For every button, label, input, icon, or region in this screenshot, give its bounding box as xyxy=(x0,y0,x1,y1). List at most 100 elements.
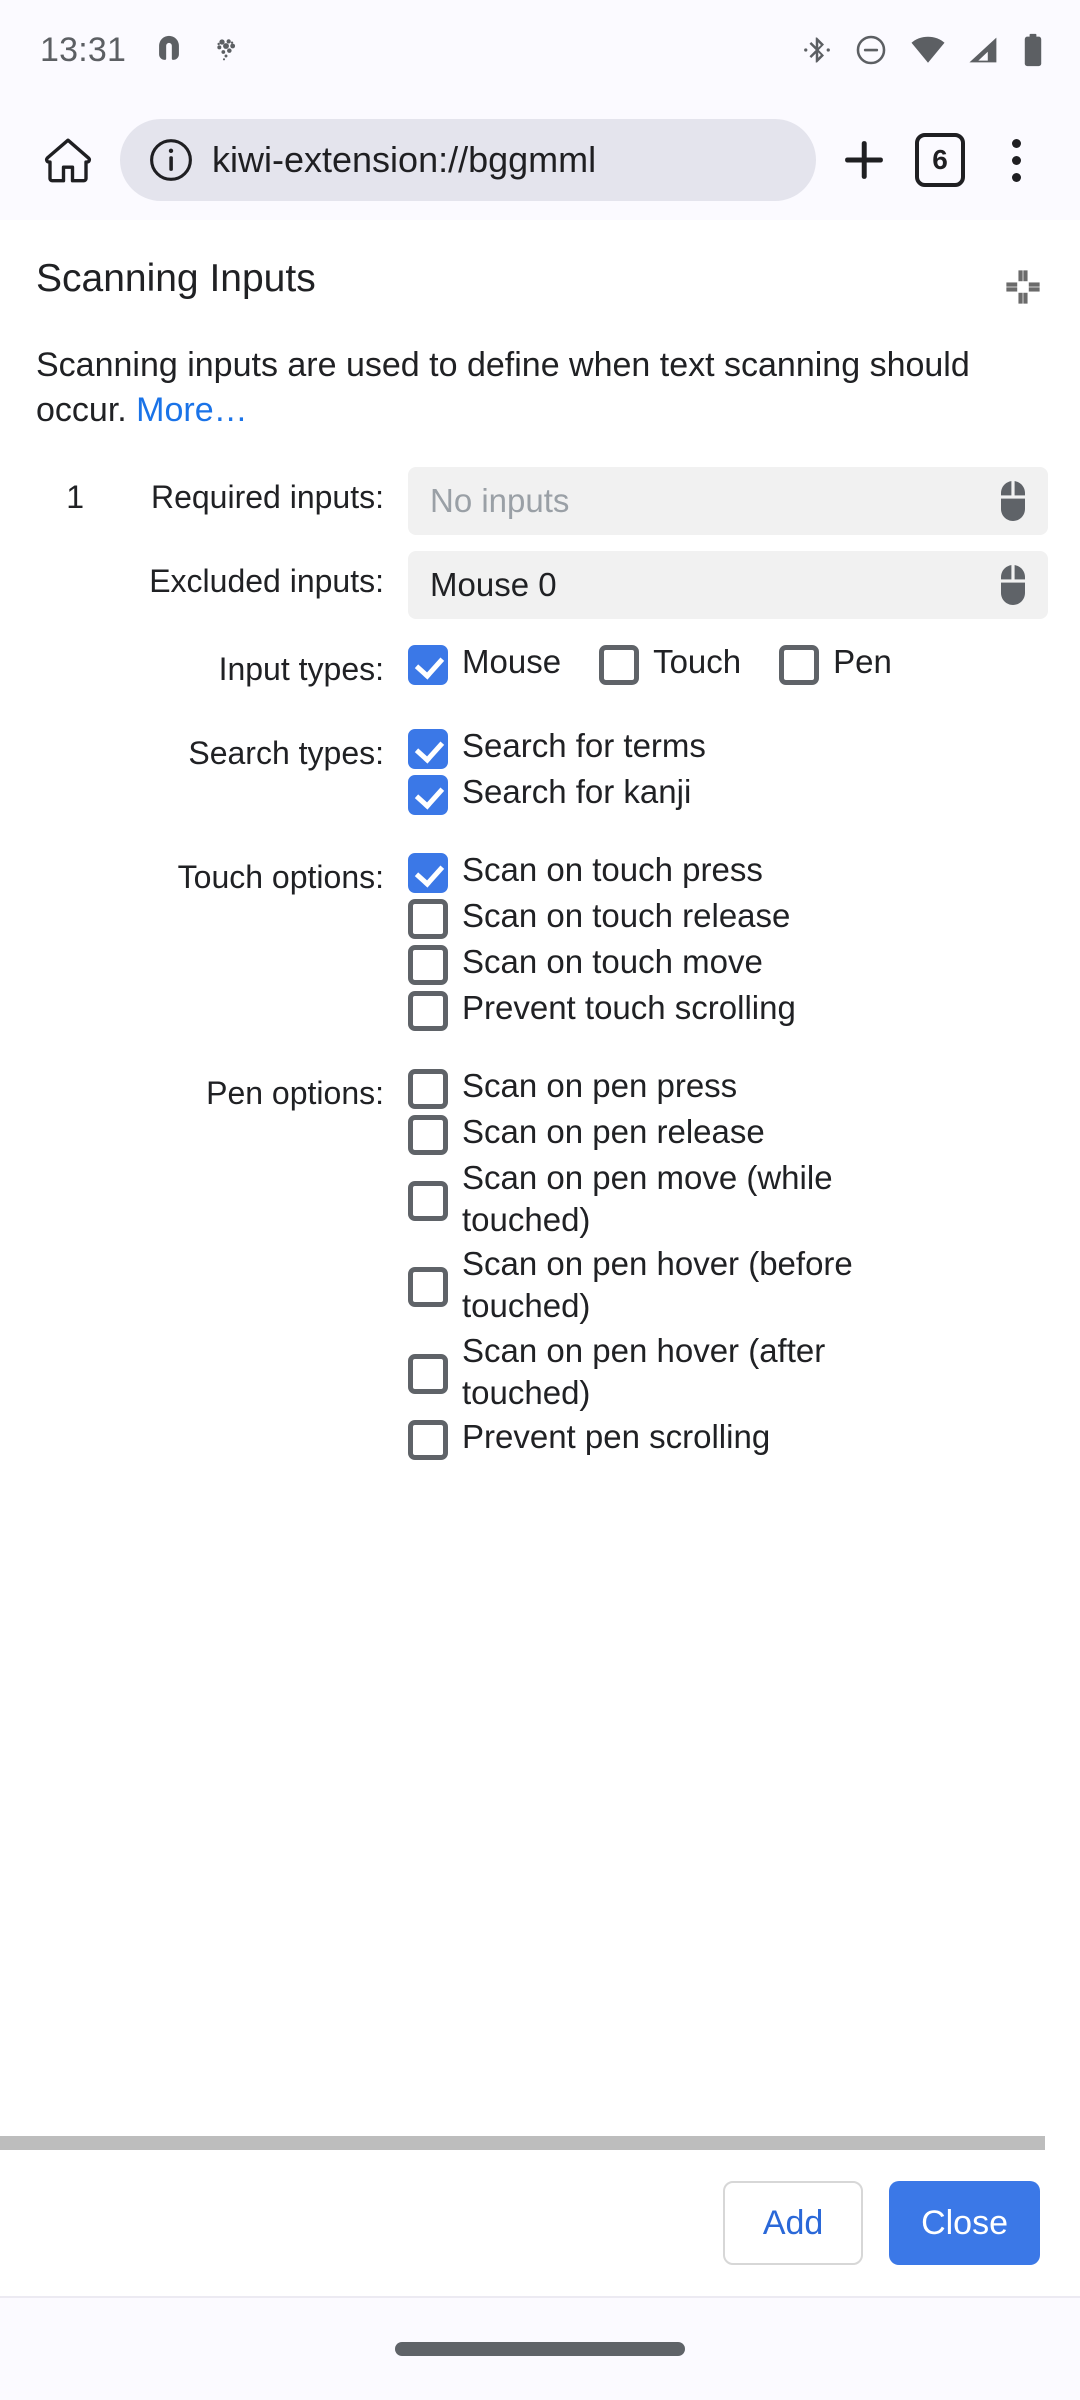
checkbox-box[interactable] xyxy=(408,728,448,769)
checkbox-scan-on-pen-hover-after[interactable]: Scan on pen hover (after touched) xyxy=(408,1328,878,1414)
checkbox-label: Scan on touch release xyxy=(462,896,791,934)
bluetooth-icon xyxy=(804,37,830,63)
checkbox-prevent-pen-scrolling[interactable]: Prevent pen scrolling xyxy=(408,1414,878,1461)
excluded-inputs-input[interactable]: Mouse 0 xyxy=(408,550,1048,619)
horizontal-scrollbar[interactable] xyxy=(0,2136,1080,2150)
checkbox-label: Scan on pen hover (before touched) xyxy=(462,1245,853,1325)
url-bar[interactable]: kiwi-extension://bggmml xyxy=(120,119,816,201)
field-pen-options: Scan on pen press Scan on pen release Sc… xyxy=(384,1063,1080,1461)
site-info-icon[interactable] xyxy=(146,135,196,185)
checkbox-box[interactable] xyxy=(408,774,448,815)
checkbox-scan-on-touch-move[interactable]: Scan on touch move xyxy=(408,939,878,985)
checkbox-scan-on-touch-release[interactable]: Scan on touch release xyxy=(408,893,878,939)
checkbox-label: Search for terms xyxy=(462,726,706,764)
collapse-icon xyxy=(1006,270,1040,304)
field-input-types: Mouse Touch Pen xyxy=(384,639,1080,691)
label-required-inputs: Required inputs: xyxy=(150,478,384,515)
row-input-types: Input types: Mouse Touch Pen xyxy=(0,639,1080,691)
checkbox-label: Scan on pen press xyxy=(462,1066,738,1104)
row-pen-options: Pen options: Scan on pen press Scan on p… xyxy=(0,1063,1080,1461)
checkbox-label: Scan on touch press xyxy=(462,850,763,888)
status-clock: 13:31 xyxy=(40,30,127,69)
checkbox-label: Touch xyxy=(653,642,742,680)
app-horseshoe-icon xyxy=(159,35,180,60)
checkbox-search-for-terms[interactable]: Search for terms xyxy=(408,723,878,769)
input-types-group: Mouse Touch Pen xyxy=(408,639,1080,691)
field-search-types: Search for terms Search for kanji xyxy=(384,723,1080,815)
label-input-types: Input types: xyxy=(218,650,384,687)
row-index: 1 xyxy=(66,478,84,515)
checkbox-label: Scan on pen hover (after touched) xyxy=(462,1331,826,1411)
scrollbar-thumb[interactable] xyxy=(0,2136,1045,2150)
label-touch-options: Touch options: xyxy=(177,858,384,895)
touch-options-group: Scan on touch press Scan on touch releas… xyxy=(408,847,1080,1031)
mouse-icon[interactable] xyxy=(996,563,1030,607)
row-index-spacer xyxy=(0,723,84,735)
checkbox-box[interactable] xyxy=(408,644,448,685)
checkbox-box[interactable] xyxy=(408,1180,448,1221)
do-not-disturb-icon xyxy=(856,35,886,65)
checkbox-box[interactable] xyxy=(408,852,448,893)
checkbox-search-for-kanji[interactable]: Search for kanji xyxy=(408,769,878,815)
tab-count-badge: 6 xyxy=(915,133,965,187)
plus-icon xyxy=(845,141,883,179)
checkbox-scan-on-pen-press[interactable]: Scan on pen press xyxy=(408,1063,878,1109)
checkbox-pen[interactable]: Pen xyxy=(779,639,892,685)
checkbox-mouse[interactable]: Mouse xyxy=(408,639,561,685)
home-gesture-pill[interactable] xyxy=(395,2342,685,2356)
checkbox-scan-on-pen-hover-before[interactable]: Scan on pen hover (before touched) xyxy=(408,1241,878,1327)
row-required-inputs: 1 Required inputs: No inputs xyxy=(0,466,1080,547)
system-nav-bar xyxy=(0,2298,1080,2400)
tab-switcher-button[interactable]: 6 xyxy=(902,122,978,198)
close-button[interactable]: Close xyxy=(889,2181,1040,2265)
page-title: Scanning Inputs xyxy=(36,257,316,300)
label-search-types: Search types: xyxy=(188,734,384,771)
group-gap xyxy=(0,1035,1080,1063)
excluded-inputs-value: Mouse 0 xyxy=(430,565,557,603)
checkbox-box[interactable] xyxy=(408,990,448,1031)
checkbox-label: Scan on pen move (while touched) xyxy=(462,1158,833,1238)
pen-options-group: Scan on pen press Scan on pen release Sc… xyxy=(408,1063,1080,1461)
checkbox-box[interactable] xyxy=(408,1420,448,1461)
checkbox-label: Prevent touch scrolling xyxy=(462,988,796,1026)
browser-menu-button[interactable] xyxy=(978,122,1054,198)
checkbox-box[interactable] xyxy=(408,944,448,985)
row-index-spacer xyxy=(0,847,84,859)
new-tab-button[interactable] xyxy=(826,122,902,198)
label-excluded-inputs: Excluded inputs: xyxy=(149,562,384,599)
browser-toolbar: kiwi-extension://bggmml 6 xyxy=(0,100,1080,220)
checkbox-scan-on-pen-release[interactable]: Scan on pen release xyxy=(408,1109,878,1155)
checkbox-label: Scan on touch move xyxy=(462,942,763,980)
add-button[interactable]: Add xyxy=(723,2181,864,2265)
required-inputs-value: No inputs xyxy=(430,481,570,519)
checkbox-box[interactable] xyxy=(779,644,820,685)
checkbox-scan-on-pen-move[interactable]: Scan on pen move (while touched) xyxy=(408,1155,878,1241)
device-screen: 13:31 kiwi-extension://bggmml 6 Scanning… xyxy=(0,0,1080,2400)
row-touch-options: Touch options: Scan on touch press Scan … xyxy=(0,847,1080,1031)
wifi-icon xyxy=(911,36,945,63)
status-bar: 13:31 xyxy=(0,0,1080,100)
checkbox-label: Search for kanji xyxy=(462,772,692,810)
checkbox-box[interactable] xyxy=(408,1114,448,1155)
checkbox-box[interactable] xyxy=(408,1068,448,1109)
checkbox-box[interactable] xyxy=(408,1267,448,1308)
home-button[interactable] xyxy=(30,122,106,198)
collapse-button[interactable] xyxy=(1002,266,1044,313)
label-pen-options: Pen options: xyxy=(206,1074,384,1111)
url-text: kiwi-extension://bggmml xyxy=(212,139,597,180)
more-link[interactable]: More… xyxy=(136,391,247,429)
row-index-spacer xyxy=(0,639,84,651)
checkbox-box[interactable] xyxy=(408,1353,448,1394)
cellular-signal-icon xyxy=(969,37,997,63)
group-gap xyxy=(0,819,1080,847)
checkbox-label: Prevent pen scrolling xyxy=(462,1418,771,1456)
checkbox-box[interactable] xyxy=(408,898,448,939)
checkbox-scan-on-touch-press[interactable]: Scan on touch press xyxy=(408,847,878,893)
required-inputs-input[interactable]: No inputs xyxy=(408,466,1048,535)
checkbox-prevent-touch-scrolling[interactable]: Prevent touch scrolling xyxy=(408,985,878,1031)
action-bar: Add Close xyxy=(0,2150,1080,2298)
checkbox-box[interactable] xyxy=(599,644,640,685)
page-scroll-area[interactable]: Scanning Inputs Scanning inputs are used… xyxy=(0,220,1080,2136)
mouse-icon[interactable] xyxy=(996,479,1030,523)
checkbox-touch[interactable]: Touch xyxy=(599,639,741,685)
